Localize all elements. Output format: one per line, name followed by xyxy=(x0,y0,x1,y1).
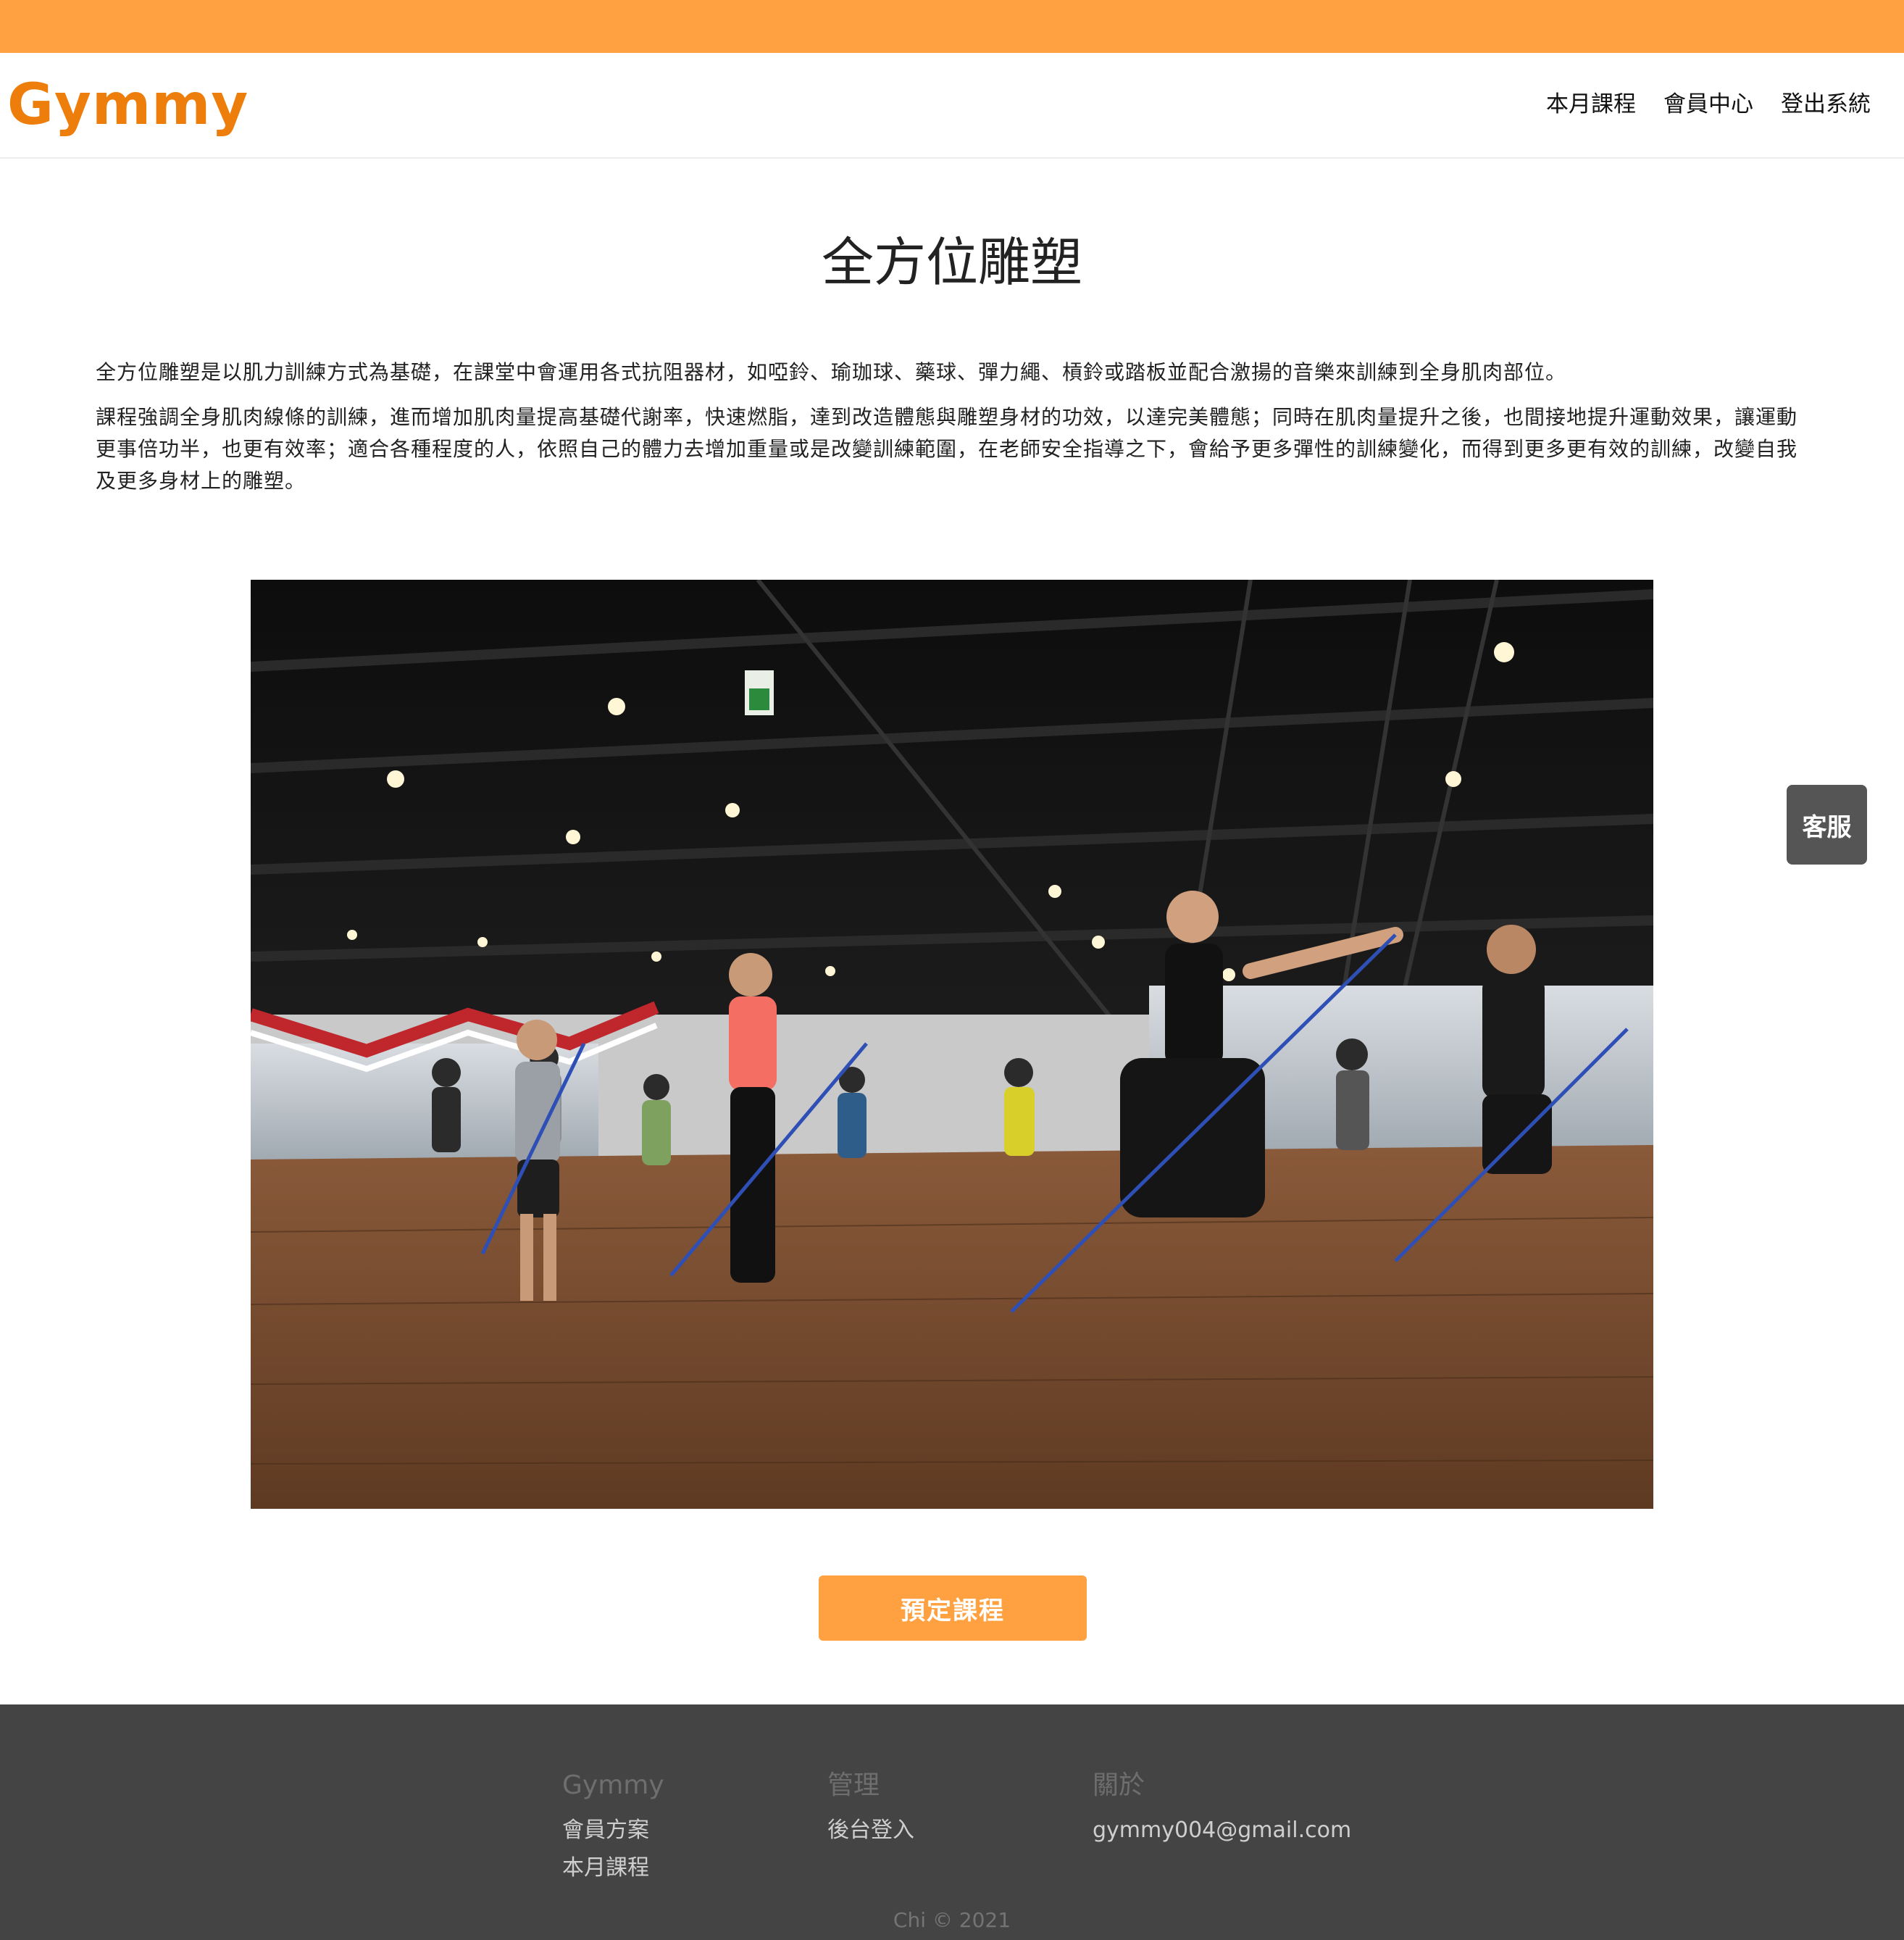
footer-col-about: 關於 gymmy004@gmail.com xyxy=(1093,1768,1351,1849)
footer-link-member-plans[interactable]: 會員方案 xyxy=(562,1812,664,1849)
footer-link-monthly-courses[interactable]: 本月課程 xyxy=(562,1849,664,1887)
footer-heading: Gymmy xyxy=(562,1770,664,1800)
footer-link-admin-login[interactable]: 後台登入 xyxy=(827,1812,914,1849)
description-paragraph: 課程強調全身肌肉線條的訓練，進而增加肌肉量提高基礎代謝率，快速燃脂，達到改造體態… xyxy=(96,405,1798,493)
description-paragraph: 全方位雕塑是以肌力訓練方式為基礎，在課堂中會運用各式抗阻器材，如啞鈴、瑜珈球、藥… xyxy=(96,360,1567,384)
footer-col-admin: 管理 後台登入 xyxy=(827,1768,914,1849)
course-title: 全方位雕塑 xyxy=(821,232,1082,293)
nav-logout[interactable]: 登出系統 xyxy=(1781,88,1871,121)
footer-heading: 管理 xyxy=(827,1770,880,1800)
course-description: 全方位雕塑是以肌力訓練方式為基礎，在課堂中會運用各式抗阻器材，如啞鈴、瑜珈球、藥… xyxy=(96,357,1798,510)
gym-class-illustration xyxy=(251,580,1653,1509)
nav-member-center[interactable]: 會員中心 xyxy=(1663,88,1753,121)
footer-email: gymmy004@gmail.com xyxy=(1093,1818,1352,1843)
main-nav: 本月課程 會員中心 登出系統 xyxy=(1546,88,1871,121)
brand-logo[interactable]: Gymmy xyxy=(7,69,249,141)
footer-col-gymmy: Gymmy 會員方案 本月課程 xyxy=(562,1768,664,1887)
course-photo xyxy=(251,580,1653,1509)
site-header: Gymmy 本月課程 會員中心 登出系統 xyxy=(0,53,1904,159)
top-accent-bar xyxy=(0,0,1904,53)
nav-monthly-courses[interactable]: 本月課程 xyxy=(1546,88,1636,121)
book-course-button[interactable]: 預定課程 xyxy=(819,1575,1087,1641)
copyright: Chi © 2021 xyxy=(893,1908,1011,1932)
site-footer: Gymmy 會員方案 本月課程 管理 後台登入 關於 gymmy004@gmai… xyxy=(0,1704,1904,1940)
footer-heading: 關於 xyxy=(1093,1770,1145,1800)
customer-service-button[interactable]: 客服 xyxy=(1787,785,1867,865)
